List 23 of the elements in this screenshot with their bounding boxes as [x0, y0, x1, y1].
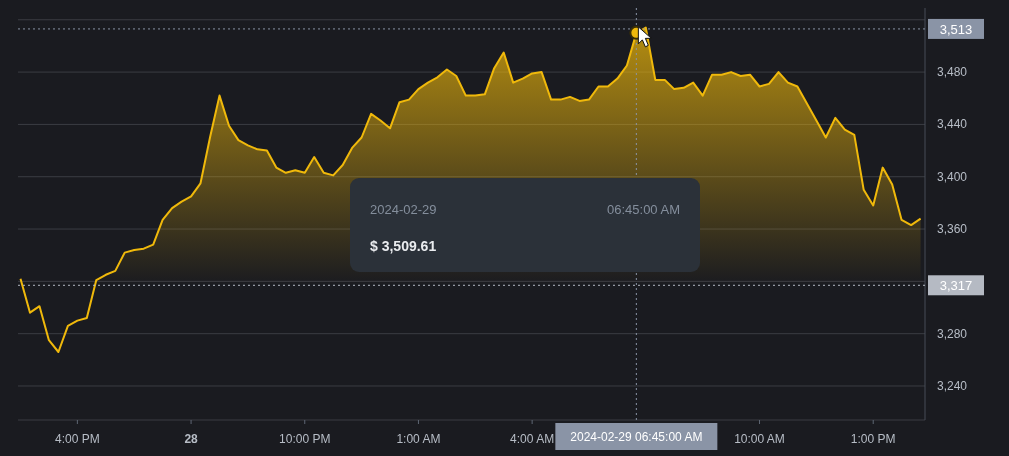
axis-label: 10:00 AM — [734, 432, 785, 446]
axis-label: 1:00 AM — [396, 432, 441, 446]
axis-label: 3,480 — [937, 65, 968, 80]
axis-label: 1:00 PM — [850, 432, 896, 446]
tooltip-date: 2024-02-29 — [370, 201, 437, 219]
axis-label: 4:00 PM — [55, 432, 100, 446]
tooltip-price: $ 3,509.61 — [370, 236, 438, 256]
axis-label: 3,360 — [937, 222, 968, 237]
axis-label: 3,280 — [937, 326, 968, 341]
ref-line-label: 2024-02-29 06:45:00 AM — [570, 430, 703, 444]
time-label: 2024-02-29 06:45:00 AM — [555, 423, 718, 450]
ref-line-label: 3,317 — [939, 278, 973, 294]
axis-label: 10:00 PM — [279, 432, 331, 446]
axis-label: 3,440 — [937, 117, 968, 132]
cursor-icon — [637, 26, 652, 48]
ref-line-label: 3,513 — [939, 21, 973, 37]
axis-label: 28 — [184, 432, 198, 446]
price-label: 3,513 — [928, 18, 984, 39]
axis-label: 3,240 — [937, 379, 968, 393]
axis-label: 3,400 — [937, 169, 968, 184]
axis-label: 4:00 AM — [510, 432, 555, 446]
tooltip-time: 06:45:00 AM — [607, 201, 680, 219]
price-label: 3,317 — [928, 275, 984, 296]
